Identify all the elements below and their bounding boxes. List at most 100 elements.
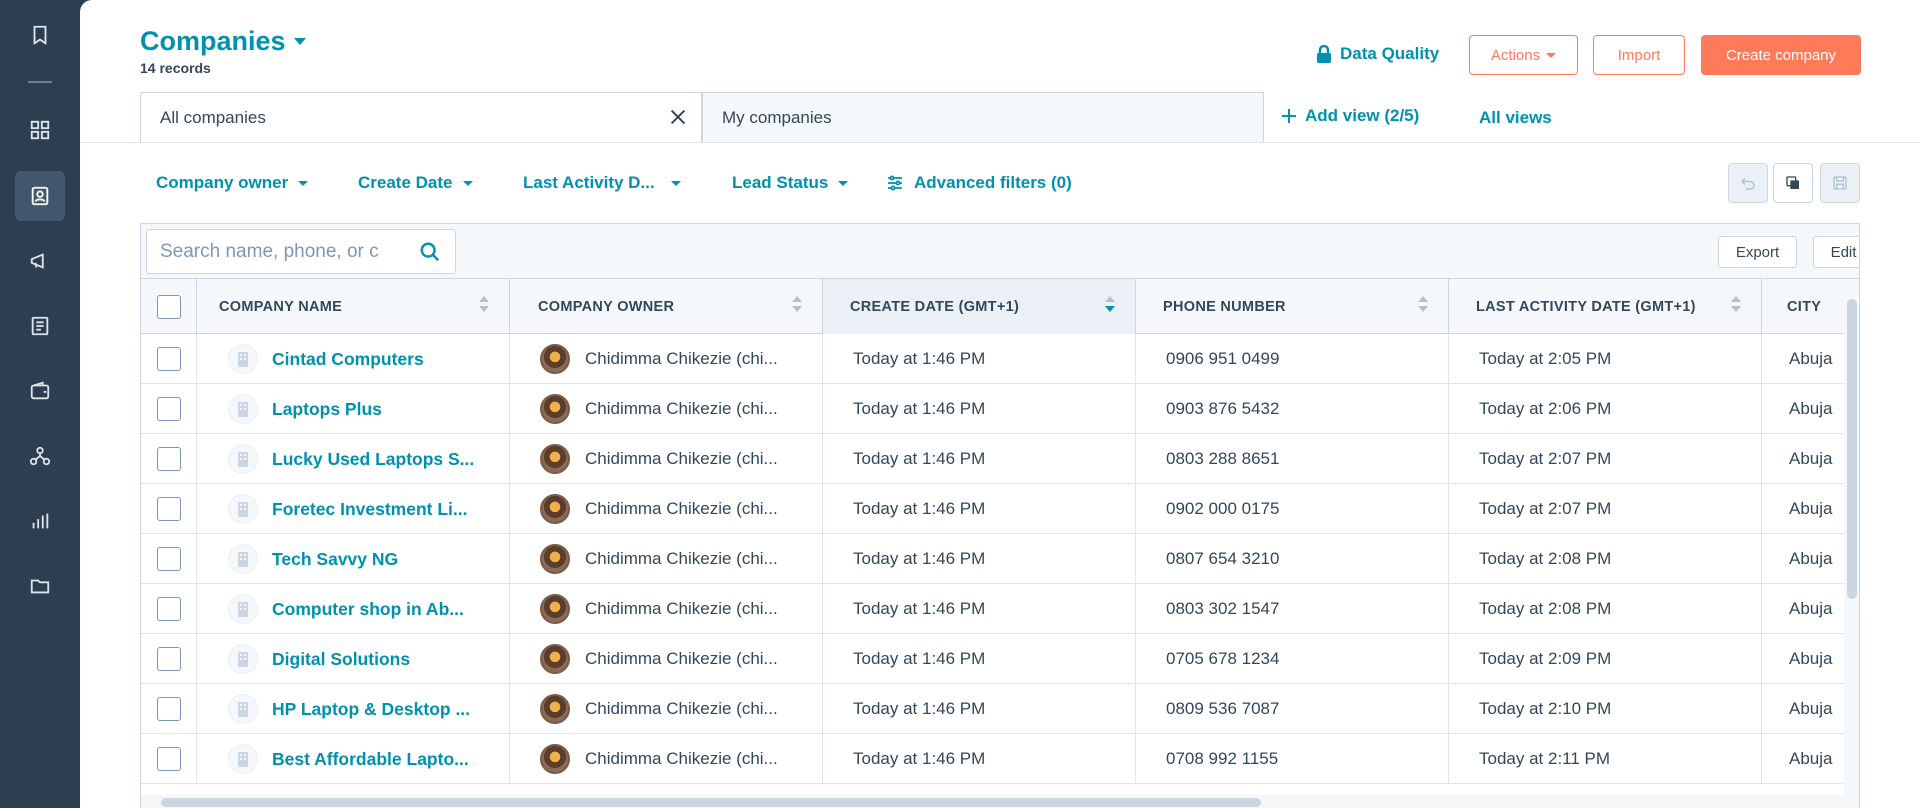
- document-icon[interactable]: [15, 301, 65, 351]
- city-value: Abuja: [1789, 499, 1833, 518]
- row-checkbox[interactable]: [156, 497, 181, 521]
- table-row[interactable]: Cintad Computers Chidimma Chikezie (chi.…: [141, 334, 1859, 384]
- column-header-phone-number[interactable]: PHONE NUMBER: [1136, 279, 1449, 334]
- add-view-button[interactable]: Add view (2/5): [1281, 106, 1419, 126]
- clone-view-button[interactable]: [1773, 163, 1813, 203]
- edit-columns-button[interactable]: Edit columns: [1813, 236, 1859, 268]
- all-views-link[interactable]: All views: [1479, 108, 1552, 128]
- vertical-scrollbar[interactable]: [1844, 279, 1859, 808]
- import-button[interactable]: Import: [1593, 35, 1685, 75]
- megaphone-icon[interactable]: [15, 236, 65, 286]
- company-owner-cell: Chidimma Chikezie (chi...: [510, 634, 823, 684]
- row-select-cell: [141, 634, 197, 684]
- sort-icon: [1731, 296, 1741, 312]
- row-checkbox[interactable]: [156, 697, 181, 721]
- company-name-link[interactable]: Foretec Investment Li...: [272, 499, 467, 520]
- row-select-cell: [141, 584, 197, 634]
- data-quality-link[interactable]: Data Quality: [1316, 44, 1439, 64]
- search-input[interactable]: [160, 240, 400, 263]
- building-icon: [228, 444, 258, 474]
- select-all-checkbox[interactable]: [156, 294, 181, 319]
- last-activity-value: Today at 2:08 PM: [1479, 549, 1612, 568]
- last-activity-value: Today at 2:07 PM: [1479, 449, 1612, 468]
- bar-chart-icon[interactable]: [15, 496, 65, 546]
- create-date-cell: Today at 1:46 PM: [823, 734, 1136, 784]
- row-checkbox[interactable]: [156, 647, 181, 671]
- company-name-link[interactable]: Digital Solutions: [272, 649, 410, 670]
- company-name-cell: Computer shop in Ab...: [197, 584, 510, 634]
- tab-all-companies[interactable]: All companies: [140, 92, 702, 143]
- edit-columns-label: Edit columns: [1830, 243, 1859, 261]
- owner-name: Chidimma Chikezie (chi...: [585, 349, 778, 368]
- owner-name: Chidimma Chikezie (chi...: [585, 599, 778, 618]
- company-name-link[interactable]: Laptops Plus: [272, 399, 382, 420]
- last-activity-date-cell: Today at 2:05 PM: [1449, 334, 1762, 384]
- folder-icon[interactable]: [15, 561, 65, 611]
- table-row[interactable]: Tech Savvy NG Chidimma Chikezie (chi... …: [141, 534, 1859, 584]
- row-checkbox[interactable]: [156, 597, 181, 621]
- row-checkbox[interactable]: [156, 747, 181, 771]
- main-panel: Companies 14 records Data Quality Action…: [80, 0, 1920, 808]
- company-name-link[interactable]: Computer shop in Ab...: [272, 599, 464, 620]
- grid-icon[interactable]: [15, 105, 65, 155]
- column-header-company-owner[interactable]: COMPANY OWNER: [510, 279, 823, 334]
- advanced-filters-button[interactable]: Advanced filters (0): [886, 173, 1072, 193]
- table-row[interactable]: Digital Solutions Chidimma Chikezie (chi…: [141, 634, 1859, 684]
- create-date-value: Today at 1:46 PM: [853, 649, 986, 668]
- row-select-cell: [141, 334, 197, 384]
- row-checkbox[interactable]: [156, 547, 181, 571]
- filter-create-date[interactable]: Create Date: [358, 173, 473, 193]
- undo-button[interactable]: [1728, 163, 1768, 203]
- row-checkbox[interactable]: [156, 447, 181, 471]
- tab-my-companies[interactable]: My companies: [702, 92, 1264, 143]
- column-header-last-activity-date[interactable]: LAST ACTIVITY DATE (GMT+1): [1449, 279, 1762, 334]
- horizontal-scrollbar[interactable]: [141, 795, 1846, 808]
- company-name-link[interactable]: Lucky Used Laptops S...: [272, 449, 474, 470]
- table-toolbar: Export Edit columns: [141, 224, 1859, 279]
- save-view-button[interactable]: [1820, 163, 1860, 203]
- row-checkbox[interactable]: [156, 347, 181, 371]
- scrollbar-thumb[interactable]: [161, 798, 1261, 807]
- filter-company-owner[interactable]: Company owner: [156, 173, 309, 193]
- table-row[interactable]: Laptops Plus Chidimma Chikezie (chi... T…: [141, 384, 1859, 434]
- search-box[interactable]: [146, 229, 456, 274]
- table-row[interactable]: HP Laptop & Desktop ... Chidimma Chikezi…: [141, 684, 1859, 734]
- row-checkbox[interactable]: [156, 397, 181, 421]
- company-owner-cell: Chidimma Chikezie (chi...: [510, 734, 823, 784]
- company-name-link[interactable]: Best Affordable Lapto...: [272, 749, 469, 770]
- wallet-icon[interactable]: [15, 366, 65, 416]
- table-row[interactable]: Best Affordable Lapto... Chidimma Chikez…: [141, 734, 1859, 784]
- scrollbar-thumb[interactable]: [1847, 299, 1857, 599]
- table-row[interactable]: Lucky Used Laptops S... Chidimma Chikezi…: [141, 434, 1859, 484]
- column-header-create-date[interactable]: CREATE DATE (GMT+1): [823, 279, 1136, 334]
- company-name-cell: Laptops Plus: [197, 384, 510, 434]
- actions-button[interactable]: Actions: [1469, 35, 1578, 75]
- column-header-company-name[interactable]: COMPANY NAME: [197, 279, 510, 334]
- add-view-label: Add view (2/5): [1305, 106, 1420, 125]
- table-row[interactable]: Foretec Investment Li... Chidimma Chikez…: [141, 484, 1859, 534]
- network-icon[interactable]: [15, 431, 65, 481]
- column-header-label: COMPANY OWNER: [538, 298, 675, 315]
- last-activity-date-cell: Today at 2:10 PM: [1449, 684, 1762, 734]
- city-value: Abuja: [1789, 599, 1833, 618]
- search-icon[interactable]: [419, 241, 441, 263]
- company-name-link[interactable]: Tech Savvy NG: [272, 549, 398, 570]
- contacts-icon[interactable]: [15, 171, 65, 221]
- page-title[interactable]: Companies: [140, 26, 306, 57]
- create-date-cell: Today at 1:46 PM: [823, 384, 1136, 434]
- table-row[interactable]: Computer shop in Ab... Chidimma Chikezie…: [141, 584, 1859, 634]
- last-activity-value: Today at 2:11 PM: [1479, 749, 1611, 768]
- export-button[interactable]: Export: [1718, 236, 1797, 268]
- company-name-cell: Digital Solutions: [197, 634, 510, 684]
- company-name-link[interactable]: Cintad Computers: [272, 349, 424, 370]
- filter-lead-status[interactable]: Lead Status: [732, 173, 849, 193]
- phone-number-value: 0803 288 8651: [1166, 449, 1280, 468]
- filter-last-activity-date[interactable]: Last Activity D...: [523, 173, 681, 193]
- create-company-button[interactable]: Create company: [1701, 35, 1861, 75]
- building-icon: [228, 594, 258, 624]
- import-label: Import: [1617, 46, 1661, 64]
- bookmark-icon[interactable]: [15, 10, 65, 60]
- company-name-link[interactable]: HP Laptop & Desktop ...: [272, 699, 470, 720]
- close-icon[interactable]: [667, 106, 689, 128]
- avatar: [540, 394, 570, 424]
